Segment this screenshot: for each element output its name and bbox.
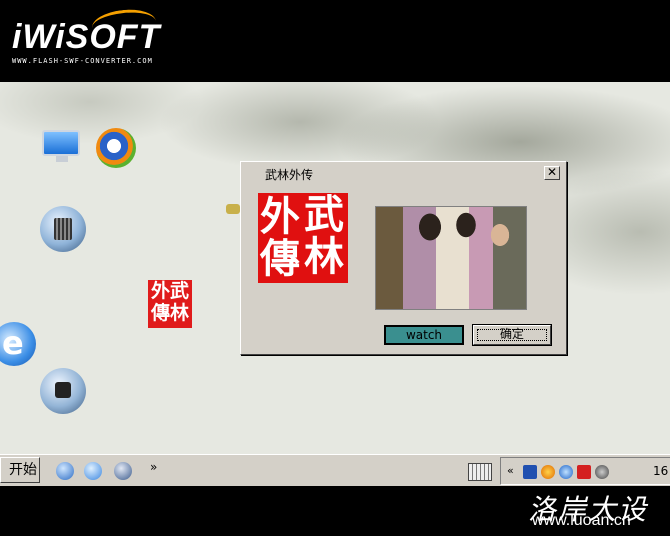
tray-network-icon[interactable] xyxy=(559,465,573,479)
seal-logo: 武 林 外 傳 xyxy=(258,193,348,283)
seal-char-3: 外 xyxy=(260,194,300,240)
ok-button[interactable]: 确定 xyxy=(472,324,552,346)
quicklaunch-app-icon[interactable] xyxy=(114,462,132,480)
quicklaunch-chevron[interactable]: » xyxy=(150,460,157,474)
brand-url: www.luoan.cn xyxy=(532,512,631,529)
folder-icon[interactable] xyxy=(226,204,240,214)
recycle-bin-icon[interactable] xyxy=(40,206,86,252)
tray-flag-icon[interactable] xyxy=(523,465,537,479)
internet-explorer-icon[interactable] xyxy=(0,322,36,366)
start-button[interactable]: 开始 xyxy=(0,457,40,483)
seal-small-char-4: 林 xyxy=(170,302,190,324)
quicklaunch-desktop-icon[interactable] xyxy=(56,462,74,480)
seal-shortcut-icon[interactable]: 外武 傳林 xyxy=(148,280,192,328)
monitor-icon[interactable] xyxy=(42,130,82,164)
tray-chevron[interactable]: « xyxy=(507,464,514,477)
logo-url: WWW.FLASH-SWF-CONVERTER.COM xyxy=(12,57,153,65)
seal-small-char-3: 傳 xyxy=(150,302,170,324)
seal-char-2: 林 xyxy=(304,234,344,280)
monitor-screen xyxy=(42,130,80,156)
seal-char-1: 武 xyxy=(304,192,344,238)
clock[interactable]: 16 xyxy=(653,464,668,478)
dialog-title: 武林外传 xyxy=(265,168,314,182)
top-banner: iWiSOFT WWW.FLASH-SWF-CONVERTER.COM xyxy=(0,0,670,82)
quicklaunch-ie-icon[interactable] xyxy=(84,462,102,480)
tray-volume-icon[interactable] xyxy=(595,465,609,479)
keyboard-icon[interactable] xyxy=(468,463,492,481)
footer-watermark: 洛岸大设 www.luoan.cn xyxy=(0,486,670,536)
watch-button[interactable]: watch xyxy=(384,325,464,345)
tray-antivirus-icon[interactable] xyxy=(577,465,591,479)
system-tray: « 16 xyxy=(500,457,670,485)
mac-drive-icon[interactable] xyxy=(40,368,86,414)
dialog-titlebar[interactable]: 武林外传 ✕ xyxy=(243,164,564,182)
monitor-stand xyxy=(56,156,68,162)
wulin-dialog: 武林外传 ✕ 武 林 外 傳 watch 确定 xyxy=(240,161,567,355)
iwisoft-logo: iWiSOFT xyxy=(12,18,161,56)
taskbar: 开始 » « 16 xyxy=(0,454,670,486)
tray-media-icon[interactable] xyxy=(541,465,555,479)
seal-small-char-1: 外 xyxy=(150,280,170,302)
close-button[interactable]: ✕ xyxy=(544,166,560,180)
seal-char-4: 傳 xyxy=(260,236,300,282)
cast-photo xyxy=(375,206,527,310)
seal-small-char-2: 武 xyxy=(170,280,190,302)
media-player-icon[interactable] xyxy=(96,128,136,168)
